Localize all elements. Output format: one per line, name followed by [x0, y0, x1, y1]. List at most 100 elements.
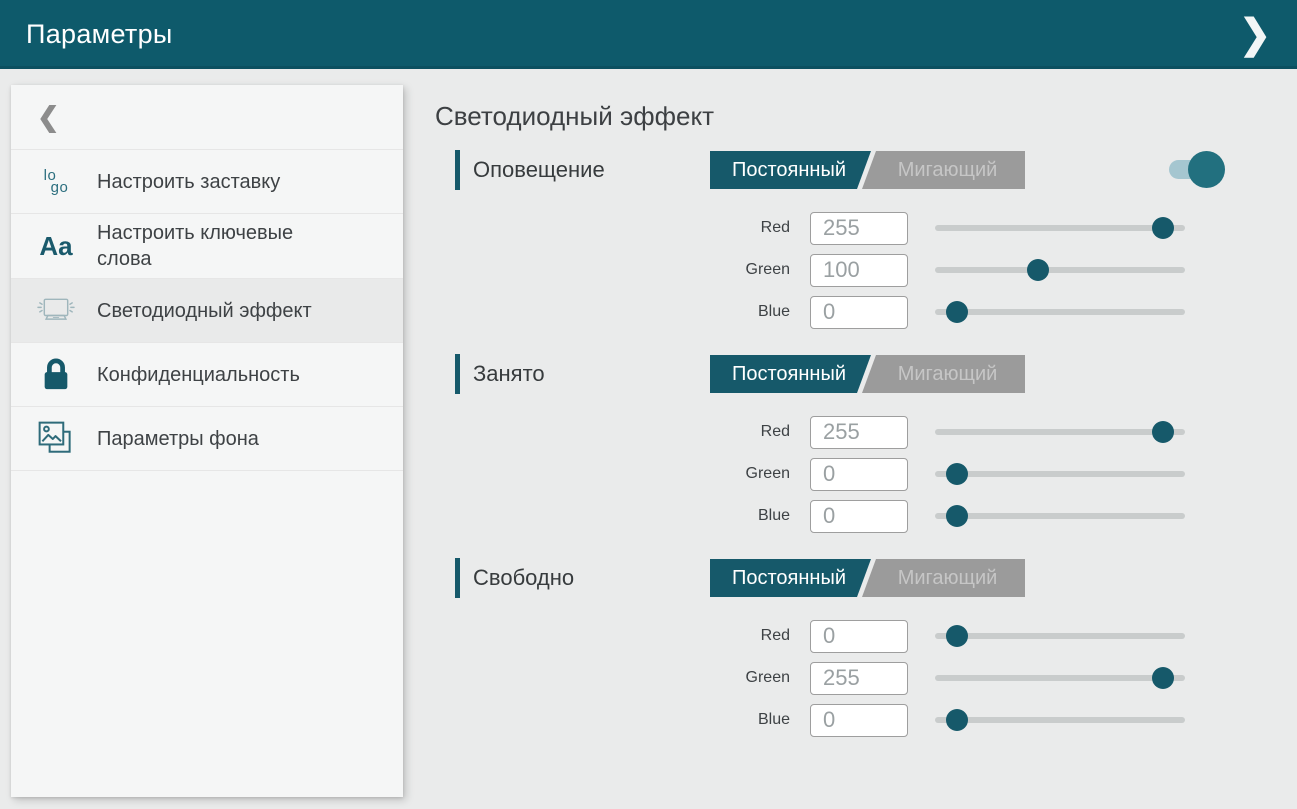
page-title: Светодиодный эффект — [435, 101, 1297, 131]
green-value-input[interactable] — [810, 254, 908, 287]
mode-toggle-notification: Постоянный Мигающий — [710, 151, 1025, 189]
back-chevron-icon: ❮ — [37, 102, 60, 133]
green-slider[interactable] — [935, 249, 1185, 291]
slider-thumb[interactable] — [946, 505, 968, 527]
slider-thumb[interactable] — [1152, 667, 1174, 689]
green-slider[interactable] — [935, 657, 1185, 699]
rgb-row-red: Red — [433, 207, 1185, 249]
red-label: Red — [433, 219, 790, 237]
red-value-input[interactable] — [810, 416, 908, 449]
logo-icon: logo — [33, 170, 79, 194]
led-screen-icon — [33, 293, 79, 329]
keywords-icon: Aa — [33, 233, 79, 259]
section-title: Свободно — [473, 565, 574, 591]
slider-thumb[interactable] — [946, 709, 968, 731]
slider-track — [935, 717, 1185, 723]
red-slider[interactable] — [935, 207, 1185, 249]
blue-value-input[interactable] — [810, 296, 908, 329]
main-content: Светодиодный эффект Оповещение Постоянны… — [433, 69, 1297, 809]
section-title: Занято — [473, 361, 545, 387]
sidebar-item-keywords[interactable]: Aa Настроить ключевые слова — [11, 214, 403, 279]
blue-value-input[interactable] — [810, 704, 908, 737]
rgb-row-blue: Blue — [433, 291, 1185, 333]
section-title: Оповещение — [473, 157, 605, 183]
slider-track — [935, 471, 1185, 477]
blue-slider[interactable] — [935, 699, 1185, 741]
red-value-input[interactable] — [810, 212, 908, 245]
mode-blinking-button[interactable]: Мигающий — [870, 559, 1025, 597]
slider-track — [935, 309, 1185, 315]
rgb-row-green: Green — [433, 453, 1185, 495]
blue-label: Blue — [433, 507, 790, 525]
switch-knob — [1188, 151, 1225, 188]
background-images-icon — [33, 419, 79, 459]
mode-constant-button[interactable]: Постоянный — [710, 151, 868, 189]
mode-blinking-button[interactable]: Мигающий — [870, 355, 1025, 393]
mode-toggle-free: Постоянный Мигающий — [710, 559, 1025, 597]
blue-label: Blue — [433, 711, 790, 729]
rgb-row-red: Red — [433, 615, 1185, 657]
mode-constant-button[interactable]: Постоянный — [710, 559, 868, 597]
blue-label: Blue — [433, 303, 790, 321]
lock-icon — [33, 356, 79, 394]
slider-thumb[interactable] — [946, 625, 968, 647]
section-header-free: Свободно Постоянный Мигающий — [433, 558, 1297, 598]
slider-thumb[interactable] — [1152, 217, 1174, 239]
slider-thumb[interactable] — [946, 463, 968, 485]
slider-track — [935, 633, 1185, 639]
mode-toggle-busy: Постоянный Мигающий — [710, 355, 1025, 393]
sidebar-back-button[interactable]: ❮ — [11, 85, 403, 150]
mode-blinking-button[interactable]: Мигающий — [870, 151, 1025, 189]
slider-thumb[interactable] — [1027, 259, 1049, 281]
section-header-busy: Занято Постоянный Мигающий — [433, 354, 1297, 394]
rgb-row-blue: Blue — [433, 699, 1185, 741]
rgb-row-green: Green — [433, 249, 1185, 291]
sidebar-item-label: Настроить ключевые слова — [97, 220, 317, 272]
red-slider[interactable] — [935, 411, 1185, 453]
green-value-input[interactable] — [810, 458, 908, 491]
section-accent-bar — [455, 354, 460, 394]
sidebar-item-led-effect[interactable]: Светодиодный эффект — [11, 279, 403, 343]
blue-slider[interactable] — [935, 291, 1185, 333]
slider-track — [935, 675, 1185, 681]
mode-constant-button[interactable]: Постоянный — [710, 355, 868, 393]
blue-slider[interactable] — [935, 495, 1185, 537]
green-label: Green — [433, 261, 790, 279]
blue-value-input[interactable] — [810, 500, 908, 533]
sidebar-item-splash-screen[interactable]: logo Настроить заставку — [11, 150, 403, 214]
slider-track — [935, 267, 1185, 273]
rgb-rows-busy: Red Green Blue — [433, 411, 1297, 537]
section-accent-bar — [455, 558, 460, 598]
rgb-rows-notification: Red Green Blue — [433, 207, 1297, 333]
app-header: Параметры ❯ — [0, 0, 1297, 69]
rgb-row-green: Green — [433, 657, 1185, 699]
section-header-notification: Оповещение Постоянный Мигающий — [433, 150, 1297, 190]
red-value-input[interactable] — [810, 620, 908, 653]
app-title: Параметры — [26, 19, 173, 50]
forward-chevron-icon[interactable]: ❯ — [1239, 15, 1271, 55]
section-accent-bar — [455, 150, 460, 190]
rgb-row-red: Red — [433, 411, 1185, 453]
rgb-row-blue: Blue — [433, 495, 1185, 537]
sidebar-item-label: Настроить заставку — [97, 169, 280, 195]
green-label: Green — [433, 465, 790, 483]
sidebar-item-label: Светодиодный эффект — [97, 298, 312, 324]
sidebar-item-background[interactable]: Параметры фона — [11, 407, 403, 471]
red-slider[interactable] — [935, 615, 1185, 657]
sidebar-item-label: Конфиденциальность — [97, 362, 300, 388]
rgb-rows-free: Red Green Blue — [433, 615, 1297, 741]
sidebar-item-privacy[interactable]: Конфиденциальность — [11, 343, 403, 407]
slider-track — [935, 225, 1185, 231]
slider-track — [935, 429, 1185, 435]
sidebar-item-label: Параметры фона — [97, 426, 259, 452]
red-label: Red — [433, 423, 790, 441]
sidebar: ❮ logo Настроить заставку Aa Настроить к… — [11, 85, 403, 797]
green-label: Green — [433, 669, 790, 687]
red-label: Red — [433, 627, 790, 645]
green-value-input[interactable] — [810, 662, 908, 695]
slider-track — [935, 513, 1185, 519]
green-slider[interactable] — [935, 453, 1185, 495]
slider-thumb[interactable] — [1152, 421, 1174, 443]
notification-enable-switch[interactable] — [1169, 151, 1225, 188]
slider-thumb[interactable] — [946, 301, 968, 323]
